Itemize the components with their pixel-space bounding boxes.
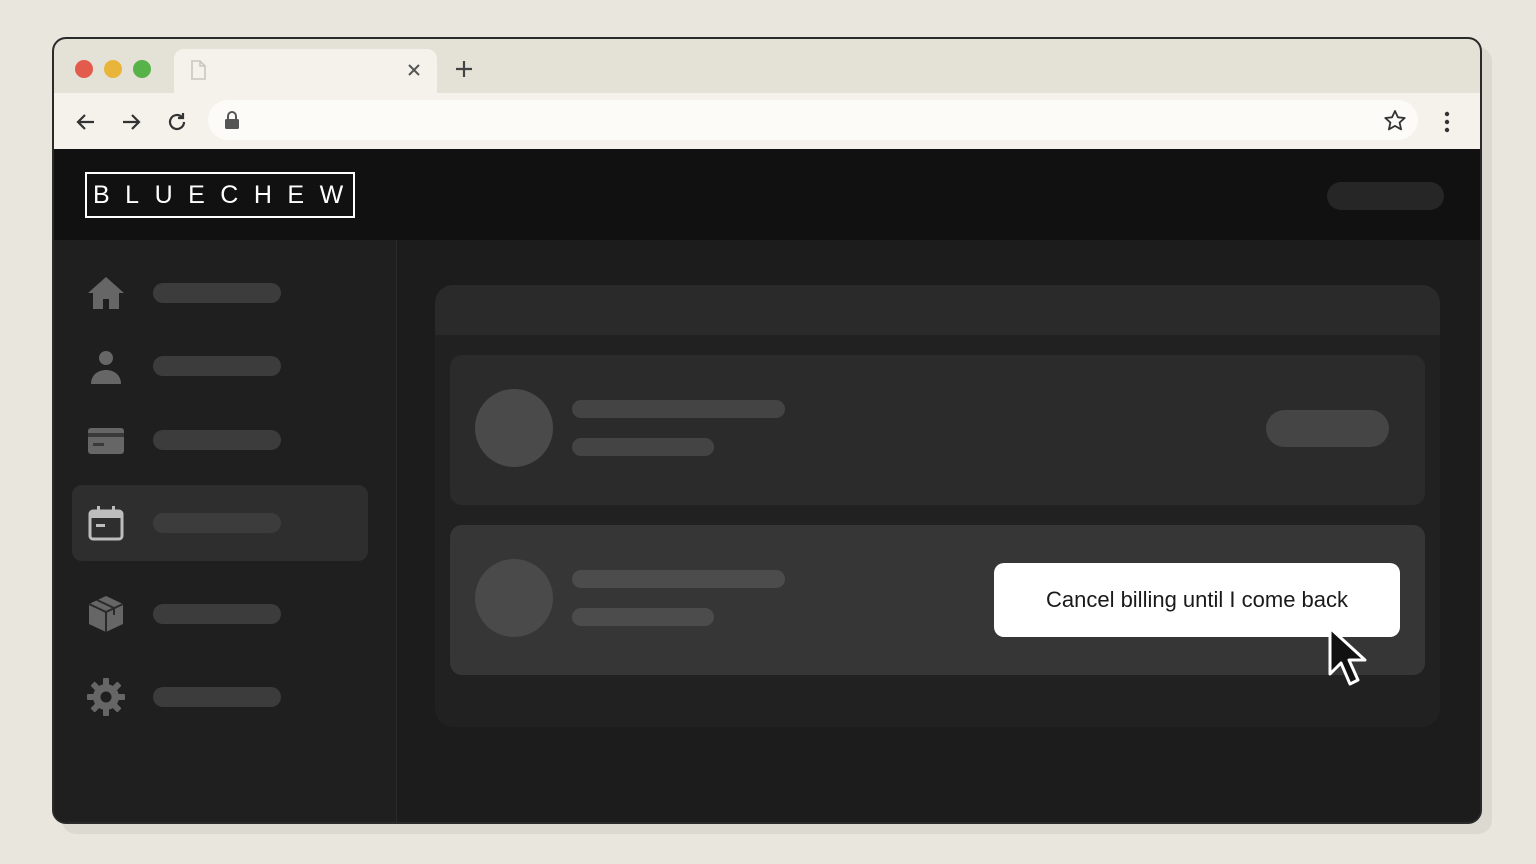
header-placeholder-pill[interactable] bbox=[1327, 182, 1444, 210]
sidebar-item-orders[interactable] bbox=[72, 576, 368, 652]
plus-icon[interactable] bbox=[452, 57, 476, 81]
forward-arrow-icon[interactable] bbox=[118, 109, 144, 135]
kebab-menu-icon[interactable] bbox=[1434, 109, 1460, 135]
sidebar-item-settings[interactable] bbox=[72, 659, 368, 735]
sidebar-label-placeholder bbox=[153, 604, 281, 624]
lock-icon bbox=[225, 111, 239, 129]
list-item[interactable] bbox=[450, 355, 1425, 505]
close-icon[interactable] bbox=[403, 59, 425, 81]
user-icon bbox=[86, 346, 126, 386]
sidebar-label-placeholder bbox=[153, 687, 281, 707]
browser-window: BLUECHEW Cancel billing until I come bac… bbox=[52, 37, 1482, 824]
subtitle-placeholder bbox=[572, 608, 714, 626]
main-content bbox=[398, 240, 1480, 822]
gear-icon bbox=[86, 677, 126, 717]
subscriptions-panel bbox=[435, 285, 1440, 727]
close-window-button[interactable] bbox=[75, 60, 93, 78]
package-icon bbox=[86, 594, 126, 634]
sidebar-item-schedule[interactable] bbox=[72, 485, 368, 561]
sidebar-label-placeholder bbox=[153, 513, 281, 533]
title-placeholder bbox=[572, 400, 785, 418]
avatar bbox=[475, 559, 553, 637]
back-arrow-icon[interactable] bbox=[73, 109, 99, 135]
panel-header bbox=[435, 285, 1440, 335]
reload-icon[interactable] bbox=[164, 109, 190, 135]
tab-bar bbox=[54, 39, 1480, 95]
address-bar[interactable] bbox=[208, 100, 1418, 140]
home-icon bbox=[86, 273, 126, 313]
minimize-window-button[interactable] bbox=[104, 60, 122, 78]
avatar bbox=[475, 389, 553, 467]
brand-logo[interactable]: BLUECHEW bbox=[85, 172, 355, 218]
browser-tab[interactable] bbox=[174, 49, 437, 95]
maximize-window-button[interactable] bbox=[133, 60, 151, 78]
sidebar-label-placeholder bbox=[153, 356, 281, 376]
action-button-placeholder[interactable] bbox=[1266, 410, 1389, 447]
subtitle-placeholder bbox=[572, 438, 714, 456]
sidebar-item-home[interactable] bbox=[72, 255, 368, 331]
app-header: BLUECHEW bbox=[54, 149, 1480, 240]
browser-toolbar bbox=[54, 93, 1480, 149]
credit-card-icon bbox=[86, 420, 126, 460]
sidebar-label-placeholder bbox=[153, 283, 281, 303]
sidebar-item-account[interactable] bbox=[72, 328, 368, 404]
sidebar bbox=[54, 240, 397, 822]
sidebar-item-billing[interactable] bbox=[72, 402, 368, 478]
title-placeholder bbox=[572, 570, 785, 588]
sidebar-label-placeholder bbox=[153, 430, 281, 450]
file-icon bbox=[191, 60, 206, 80]
star-icon[interactable] bbox=[1382, 108, 1408, 134]
mouse-cursor-icon bbox=[1328, 626, 1367, 686]
calendar-icon bbox=[86, 503, 126, 543]
